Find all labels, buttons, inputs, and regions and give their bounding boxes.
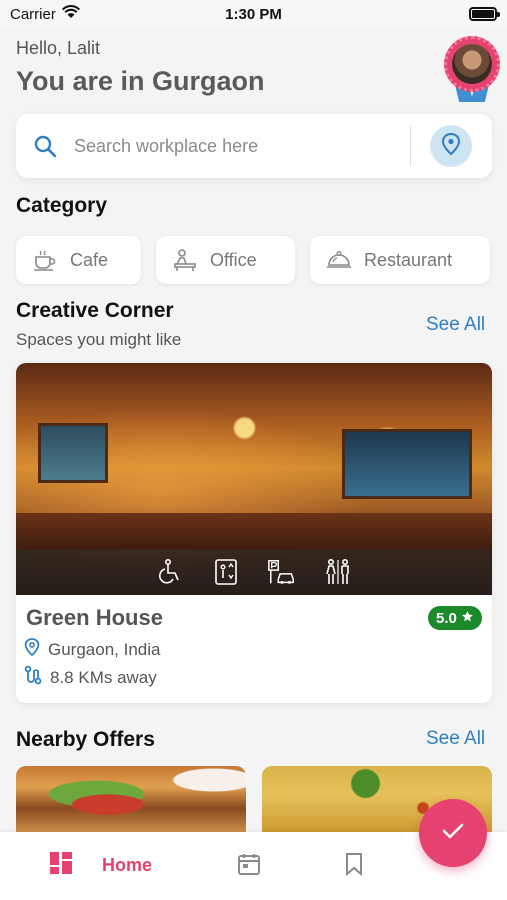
location-title: You are in Gurgaon: [16, 66, 265, 96]
nearby-offers-title: Nearby Offers: [16, 728, 155, 751]
location-pin-icon: [441, 132, 461, 161]
star-icon: [461, 610, 474, 627]
battery-icon: [469, 7, 500, 21]
category-label-office: Office: [210, 249, 257, 270]
nav-item-bookmark[interactable]: [344, 852, 364, 881]
rating-badge: 5.0: [428, 606, 482, 630]
category-label-cafe: Cafe: [70, 249, 109, 270]
search-bar: [16, 114, 492, 178]
avatar-badge-ring: [444, 36, 500, 92]
bookmark-icon: [344, 852, 364, 881]
location-pin-button[interactable]: [430, 125, 472, 167]
restroom-icon: [323, 557, 353, 587]
category-label-restaurant: Restaurant: [364, 249, 453, 270]
status-bar: Carrier 1:30 PM: [0, 0, 507, 28]
category-chip-office[interactable]: Office: [156, 236, 295, 284]
rating-value: 5.0: [436, 609, 457, 627]
location-pin-icon: [24, 637, 40, 662]
grid-icon: [50, 852, 72, 879]
nav-home-label: Home: [102, 855, 153, 875]
photo-tables: [16, 513, 492, 549]
wheelchair-icon: [155, 557, 185, 587]
checkmark-icon: [441, 821, 465, 846]
elevator-icon: [211, 557, 241, 587]
greeting-text: Hello, Lalit: [16, 38, 101, 58]
place-location-row: Gurgaon, India: [24, 637, 160, 662]
creative-corner-subtitle: Spaces you might like: [16, 330, 182, 349]
search-icon: [32, 133, 58, 159]
place-card[interactable]: Green House 5.0 Gurgaon, India 8.8 KMs a…: [16, 363, 492, 703]
wifi-icon: [61, 5, 80, 23]
parking-icon: [267, 557, 297, 587]
creative-corner-see-all-link[interactable]: See All: [426, 314, 485, 336]
amenities-bar: [16, 549, 492, 595]
place-distance-row: 8.8 KMs away: [24, 665, 157, 690]
desk-worker-icon: [172, 247, 198, 273]
cloche-icon: [326, 247, 352, 273]
status-time: 1:30 PM: [225, 5, 282, 23]
coffee-cup-icon: [32, 247, 58, 273]
creative-corner-title: Creative Corner: [16, 299, 174, 322]
avatar[interactable]: [444, 36, 500, 106]
place-photo: [16, 363, 492, 595]
carrier-label: Carrier: [10, 5, 56, 23]
search-input[interactable]: [74, 135, 394, 157]
search-divider: [410, 126, 411, 166]
confirm-fab-button[interactable]: [419, 799, 487, 867]
calendar-icon: [237, 852, 261, 881]
place-location: Gurgaon, India: [48, 639, 161, 659]
nearby-offers-see-all-link[interactable]: See All: [426, 728, 485, 750]
photo-window-right: [342, 429, 472, 499]
place-distance: 8.8 KMs away: [50, 667, 157, 687]
avatar-photo: [452, 44, 492, 84]
nav-item-home[interactable]: Home: [50, 852, 152, 879]
nav-item-calendar[interactable]: [237, 852, 261, 881]
category-chip-restaurant[interactable]: Restaurant: [310, 236, 490, 284]
status-left: Carrier: [10, 5, 80, 23]
category-chip-cafe[interactable]: Cafe: [16, 236, 141, 284]
route-icon: [24, 665, 42, 690]
category-title: Category: [16, 194, 108, 217]
place-name: Green House: [26, 605, 163, 630]
offer-card-burger[interactable]: [16, 766, 246, 836]
photo-window-left: [38, 423, 108, 483]
